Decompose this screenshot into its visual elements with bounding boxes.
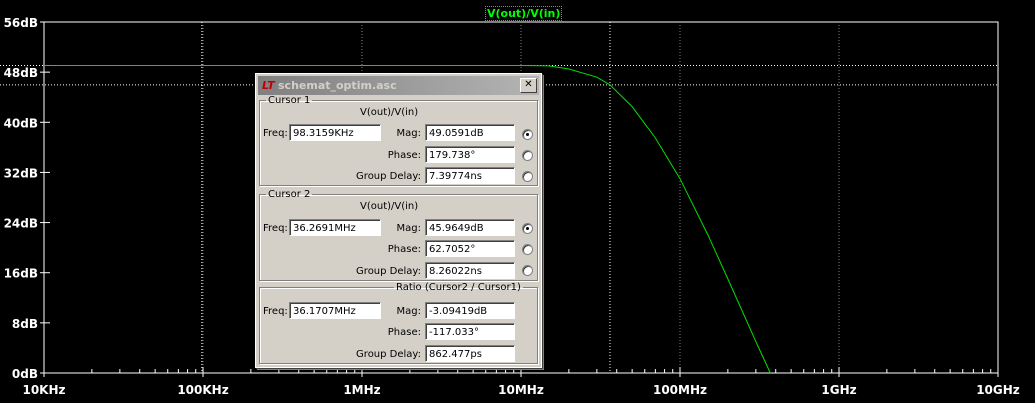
ratio-legend: Ratio (Cursor2 / Cursor1) [396,282,521,293]
cursor1-phase-label: Phase: [387,150,421,161]
cursor2-phase-field[interactable]: 62.7052° [425,240,515,257]
y-tick-label: 24dB [4,217,38,231]
ratio-phase-label: Phase: [387,327,421,338]
cursor1-gd-radio[interactable] [522,171,533,182]
x-tick-label: 100MHz [653,383,707,397]
cursor1-freq-field[interactable]: 98.3159KHz [289,124,381,141]
cursor1-phase-field[interactable]: 179.738° [425,146,515,163]
x-tick-label: 1GHz [821,383,856,397]
cursor2-freq-field[interactable]: 36.2691MHz [289,219,381,236]
ratio-freq-field[interactable]: 36.1707MHz [289,302,381,319]
cursor2-phase-radio[interactable] [522,244,533,255]
dialog-title: schemat_optim.asc [278,79,397,92]
ratio-freq-label: Freq: [263,306,288,317]
close-button[interactable]: ✕ [520,78,537,93]
cursor1-gd-field[interactable]: 7.39774ns [425,167,515,184]
cursor2-gd-field[interactable]: 8.26022ns [425,262,515,279]
x-tick-label: 10KHz [22,383,65,397]
cursor2-gd-radio[interactable] [522,265,533,276]
cursor1-phase-radio[interactable] [522,150,533,161]
cursor1-freq-label: Freq: [263,128,288,139]
cursor1-mag-label: Mag: [396,128,421,139]
cursor-dialog[interactable]: LT schemat_optim.asc ✕ Cursor 1 V(out)/V… [255,73,542,368]
y-tick-label: 56dB [4,16,38,30]
ratio-gd-field[interactable]: 862.477ps [425,345,515,362]
y-tick-label: 16dB [4,267,38,281]
cursor2-legend: Cursor 2 [268,189,311,200]
ratio-gd-label: Group Delay: [356,349,421,360]
ltspice-logo-icon: LT [262,79,275,92]
ratio-phase-field[interactable]: -117.033° [425,323,515,340]
ratio-mag-field[interactable]: -3.09419dB [425,302,515,319]
x-tick-label: 10MHz [498,383,544,397]
cursor2-mag-radio[interactable] [522,223,533,234]
cursor1-gd-label: Group Delay: [356,171,421,182]
cursor2-gd-label: Group Delay: [356,266,421,277]
x-tick-label: 100KHz [177,383,228,397]
y-tick-label: 48dB [4,66,38,80]
cursor2-freq-label: Freq: [263,223,288,234]
cursor2-mag-field[interactable]: 45.9649dB [425,219,515,236]
y-tick-label: 32dB [4,166,38,180]
y-tick-label: 0dB [12,367,38,381]
y-tick-label: 8dB [12,317,38,331]
y-tick-label: 40dB [4,116,38,130]
x-tick-label: 1MHz [343,383,380,397]
cursor2-mag-label: Mag: [396,223,421,234]
dialog-titlebar[interactable]: LT schemat_optim.asc ✕ [258,76,539,95]
cursor2-trace: V(out)/V(in) [360,201,419,212]
cursor2-phase-label: Phase: [387,244,421,255]
trace-label[interactable]: V(out)/V(in) [485,6,563,21]
ratio-mag-label: Mag: [396,306,421,317]
x-tick-label: 10GHz [976,383,1020,397]
cursor1-mag-radio[interactable] [522,129,533,140]
cursor1-trace: V(out)/V(in) [360,107,419,118]
cursor1-mag-field[interactable]: 49.0591dB [425,124,515,141]
cursor1-legend: Cursor 1 [268,95,311,106]
